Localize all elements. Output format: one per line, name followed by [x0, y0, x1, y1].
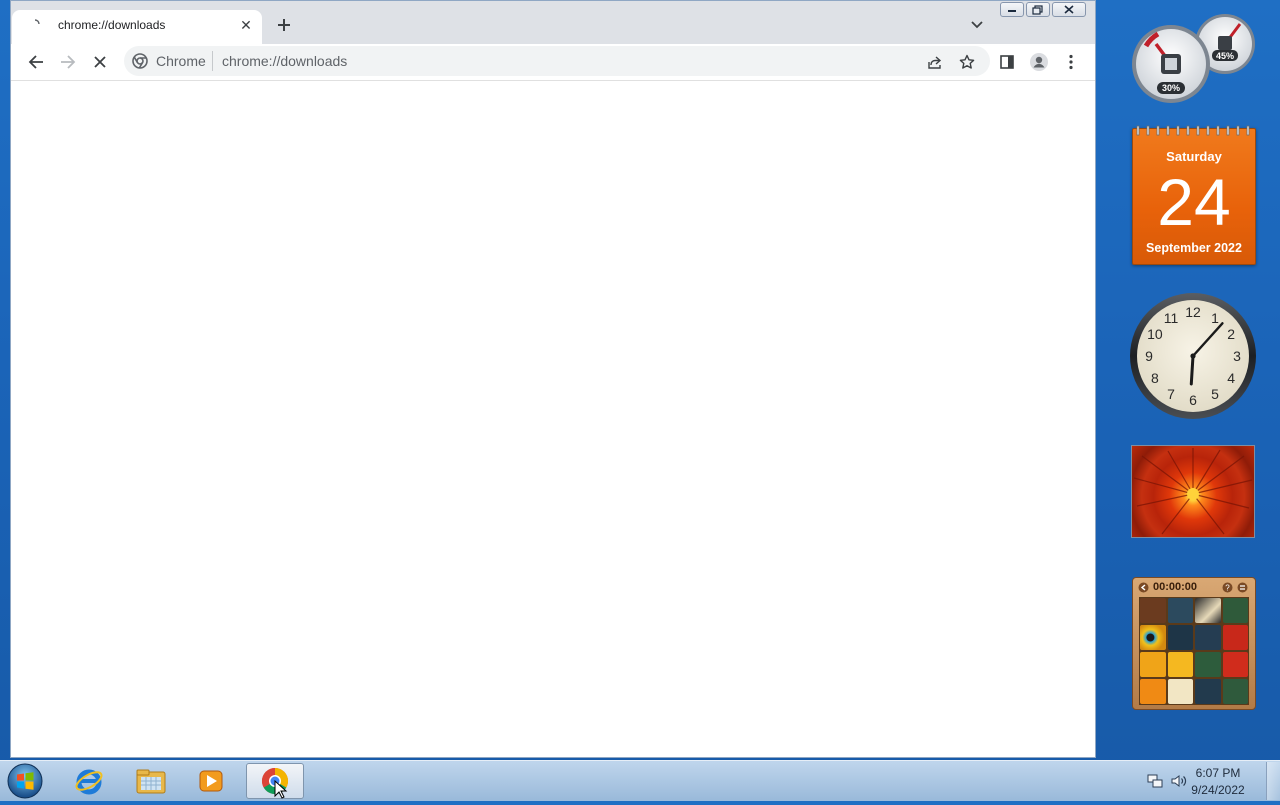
clock-numeral: 12 — [1185, 304, 1201, 320]
tray-clock-date[interactable]: 9/24/2022 — [1180, 783, 1256, 797]
tab-search-chevron-icon[interactable] — [966, 14, 988, 36]
calendar-rings — [1136, 125, 1250, 136]
clock-numeral: 4 — [1227, 370, 1235, 386]
profile-icon[interactable] — [1027, 50, 1051, 74]
clock-numeral: 5 — [1211, 386, 1219, 402]
calendar-day-number: 24 — [1157, 165, 1231, 239]
url-text[interactable]: chrome://downloads — [222, 53, 347, 69]
window-close-button[interactable] — [1052, 2, 1086, 17]
calendar-month-year: September 2022 — [1146, 241, 1242, 255]
clock-numeral: 2 — [1227, 326, 1235, 342]
puzzle-shuffle-icon[interactable] — [1237, 582, 1248, 593]
clock-numeral: 9 — [1145, 348, 1153, 364]
tray-clock-time[interactable]: 6:07 PM — [1180, 766, 1256, 780]
chrome-logo-icon — [132, 53, 148, 69]
puzzle-tile[interactable] — [1195, 625, 1221, 650]
puzzle-tile[interactable] — [1222, 625, 1248, 650]
stop-loading-icon[interactable] — [88, 50, 112, 74]
slideshow-gadget[interactable] — [1131, 445, 1255, 538]
puzzle-tile[interactable] — [1222, 652, 1248, 677]
puzzle-tile[interactable] — [1195, 679, 1221, 704]
clock-numeral: 10 — [1147, 326, 1163, 342]
media-player-taskbar-icon[interactable] — [182, 763, 240, 799]
cpu-meter-gadget[interactable]: 30% 45% — [1128, 8, 1258, 104]
show-desktop-button[interactable] — [1266, 762, 1280, 800]
puzzle-tile[interactable] — [1140, 679, 1166, 704]
page-content — [11, 80, 1095, 757]
puzzle-grid — [1139, 597, 1249, 705]
puzzle-tile[interactable] — [1167, 598, 1193, 623]
share-icon[interactable] — [923, 50, 947, 74]
puzzle-tile[interactable] — [1140, 598, 1166, 623]
picture-puzzle-gadget[interactable]: 00:00:00 ? — [1132, 577, 1256, 710]
puzzle-tile[interactable] — [1167, 625, 1193, 650]
cpu-usage-label: 30% — [1161, 83, 1180, 93]
puzzle-tile[interactable] — [1140, 652, 1166, 677]
flower-photo — [1133, 448, 1253, 535]
star-icon[interactable] — [955, 50, 979, 74]
site-chip-label: Chrome — [156, 53, 206, 69]
clock-numeral: 3 — [1233, 348, 1241, 364]
puzzle-timer: 00:00:00 — [1153, 581, 1198, 593]
calendar-day-name: Saturday — [1166, 149, 1222, 164]
forward-arrow-icon[interactable] — [56, 50, 80, 74]
clock-gadget[interactable]: 12 1 2 3 4 5 6 7 8 9 10 11 — [1129, 292, 1257, 420]
puzzle-help-icon[interactable]: ? — [1222, 582, 1233, 593]
kebab-menu-icon[interactable] — [1059, 50, 1083, 74]
internet-explorer-taskbar-icon[interactable] — [60, 763, 118, 799]
windows-explorer-taskbar-icon[interactable] — [122, 763, 180, 799]
puzzle-tile[interactable] — [1195, 598, 1221, 623]
back-arrow-icon[interactable] — [24, 50, 48, 74]
puzzle-tile[interactable] — [1167, 652, 1193, 677]
clock-numeral: 8 — [1151, 370, 1159, 386]
loading-spinner-icon — [34, 19, 40, 25]
puzzle-tile[interactable] — [1167, 679, 1193, 704]
side-panel-icon[interactable] — [995, 50, 1019, 74]
clock-numeral: 11 — [1164, 310, 1179, 326]
restore-button[interactable] — [1026, 2, 1050, 17]
tab-close-icon[interactable]: ✕ — [236, 15, 256, 35]
tab-title: chrome://downloads — [58, 18, 166, 32]
clock-numeral: 1 — [1211, 310, 1219, 326]
mouse-cursor-icon — [274, 780, 288, 799]
calendar-gadget[interactable]: Saturday 24 September 2022 — [1132, 125, 1256, 265]
clock-hour-hand — [1189, 354, 1195, 386]
puzzle-tile[interactable] — [1222, 679, 1248, 704]
memory-usage-label: 45% — [1215, 51, 1234, 61]
start-button[interactable] — [4, 762, 46, 800]
clock-numeral: 7 — [1167, 386, 1175, 402]
network-icon[interactable] — [1146, 772, 1164, 790]
svg-text:?: ? — [1225, 584, 1230, 593]
omnibox-divider — [212, 51, 213, 71]
puzzle-tile[interactable] — [1140, 625, 1166, 650]
clock-numeral: 6 — [1189, 392, 1197, 408]
minimize-button[interactable] — [1000, 2, 1024, 17]
puzzle-timer-icon — [1138, 582, 1149, 593]
new-tab-icon[interactable] — [273, 14, 295, 36]
google-chrome-taskbar-icon[interactable] — [246, 763, 304, 799]
puzzle-tile[interactable] — [1195, 652, 1221, 677]
puzzle-tile[interactable] — [1222, 598, 1248, 623]
